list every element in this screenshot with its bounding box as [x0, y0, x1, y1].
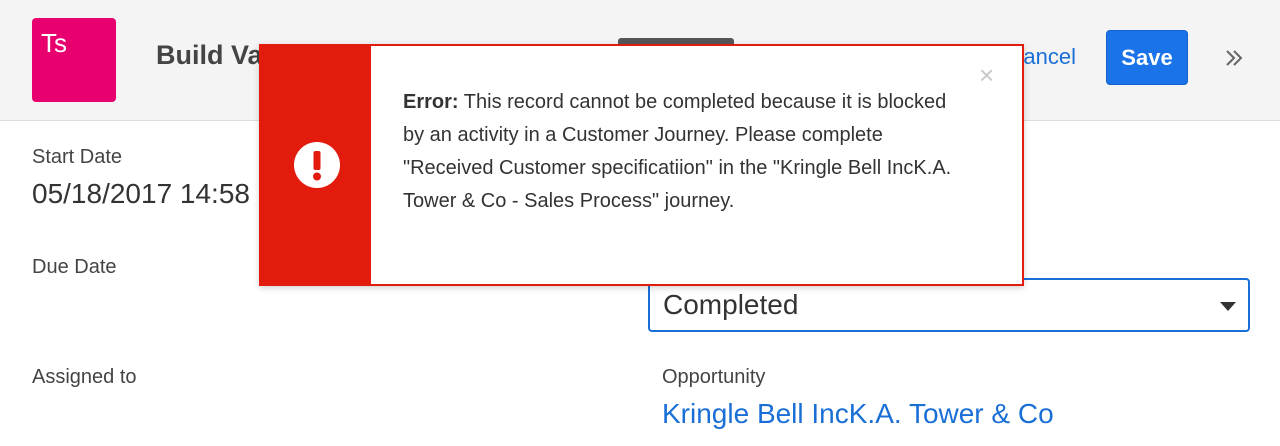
record-edit-page: Ts Build Va ancel Save Start Date 05/18/…: [0, 0, 1280, 446]
error-toast-accent: [261, 46, 371, 284]
record-type-icon: Ts: [32, 18, 116, 102]
record-title: Build Va: [156, 40, 263, 70]
error-toast: × Error: This record cannot be completed…: [259, 44, 1024, 286]
exclamation-circle-icon: [294, 142, 340, 188]
chevron-down-icon: [1220, 302, 1236, 311]
error-message-text: This record cannot be completed because …: [403, 91, 952, 212]
error-message: Error: This record cannot be completed b…: [403, 86, 963, 218]
status-select[interactable]: Completed: [648, 278, 1250, 332]
opportunity-link[interactable]: Kringle Bell IncK.A. Tower & Co: [662, 398, 1054, 430]
due-date-label: Due Date: [32, 256, 117, 278]
assigned-to-label: Assigned to: [32, 366, 137, 388]
save-button[interactable]: Save: [1106, 30, 1188, 85]
start-date-value: 05/18/2017 14:58: [32, 178, 250, 209]
cancel-label: ancel: [1023, 44, 1076, 69]
error-label: Error:: [403, 91, 459, 113]
status-selected-value: Completed: [663, 289, 799, 320]
close-icon[interactable]: ×: [979, 62, 994, 88]
start-date-label: Start Date: [32, 146, 123, 168]
double-chevron-right-icon[interactable]: [1222, 46, 1246, 70]
opportunity-label: Opportunity: [662, 366, 766, 388]
record-type-icon-text: Ts: [41, 28, 67, 58]
